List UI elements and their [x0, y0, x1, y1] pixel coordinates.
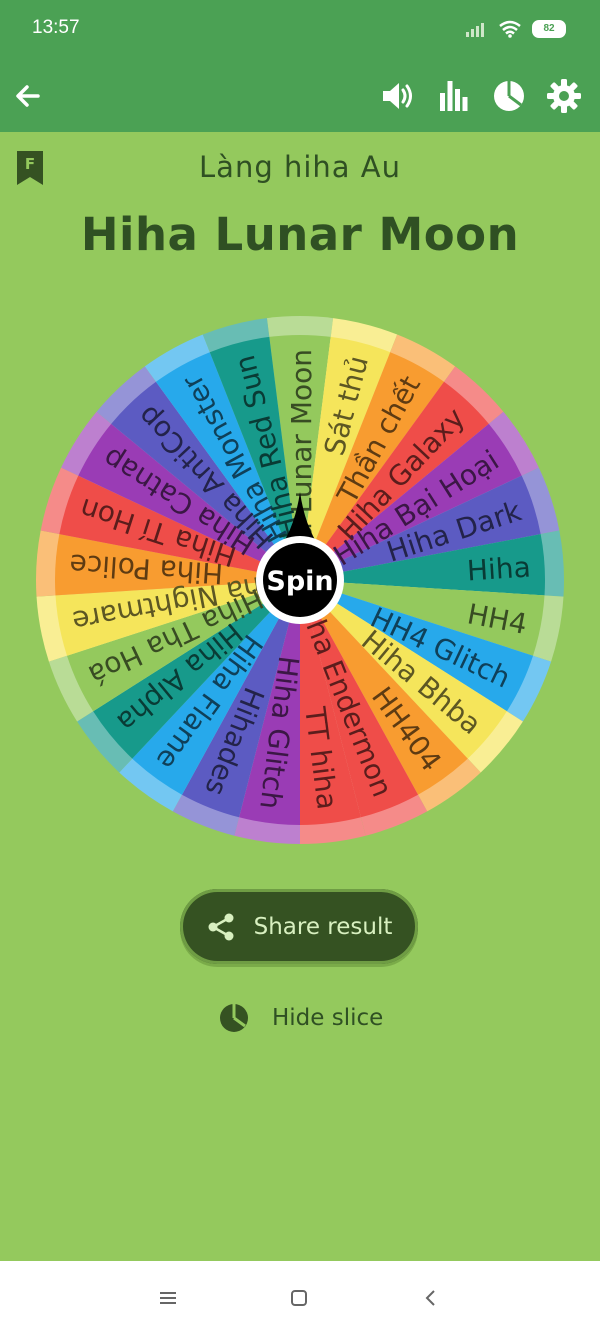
result-title: Hiha Lunar Moon: [80, 208, 520, 261]
back-button[interactable]: [6, 74, 50, 118]
hide-slice-button[interactable]: Hide slice: [218, 998, 383, 1038]
pie-chart-icon: [220, 1004, 248, 1032]
spin-wheel[interactable]: Hiha Lunar Moon Sát thủThần chếtHiha Gala…: [32, 312, 568, 848]
slices-button[interactable]: [487, 74, 531, 118]
wifi-icon: [499, 20, 521, 38]
share-result-button[interactable]: Share result: [180, 889, 418, 964]
wheel-subtitle: Làng hiha Au: [199, 150, 401, 184]
home-button[interactable]: [284, 1283, 314, 1313]
stats-button[interactable]: [432, 74, 476, 118]
chevron-left-icon: [425, 1290, 435, 1306]
nav-back-button[interactable]: [416, 1283, 446, 1313]
square-icon: [291, 1290, 307, 1306]
recents-button[interactable]: [153, 1283, 183, 1313]
status-time: 13:57: [32, 17, 80, 38]
sound-button[interactable]: [376, 74, 420, 118]
wheel-slice-label: Hiha: [466, 551, 532, 588]
gear-icon: [547, 79, 581, 113]
volume-icon: [383, 83, 412, 109]
pie-chart-icon: [494, 81, 524, 111]
bar-chart-icon: [440, 81, 468, 111]
status-icons: 82: [466, 18, 566, 40]
arrow-left-icon: [16, 85, 40, 107]
hide-slice-label: Hide slice: [272, 1005, 384, 1031]
battery-indicator: 82: [532, 20, 566, 38]
share-icon: [208, 913, 234, 940]
share-result-label: Share result: [253, 913, 393, 940]
menu-icon: [160, 1292, 176, 1304]
status-bar: 13:57 82: [0, 0, 600, 58]
signal-icon: [466, 23, 484, 37]
app-bar: [0, 58, 600, 132]
settings-button[interactable]: [542, 74, 586, 118]
system-nav-bar: [0, 1261, 600, 1333]
spin-button-label: Spin: [266, 566, 333, 597]
